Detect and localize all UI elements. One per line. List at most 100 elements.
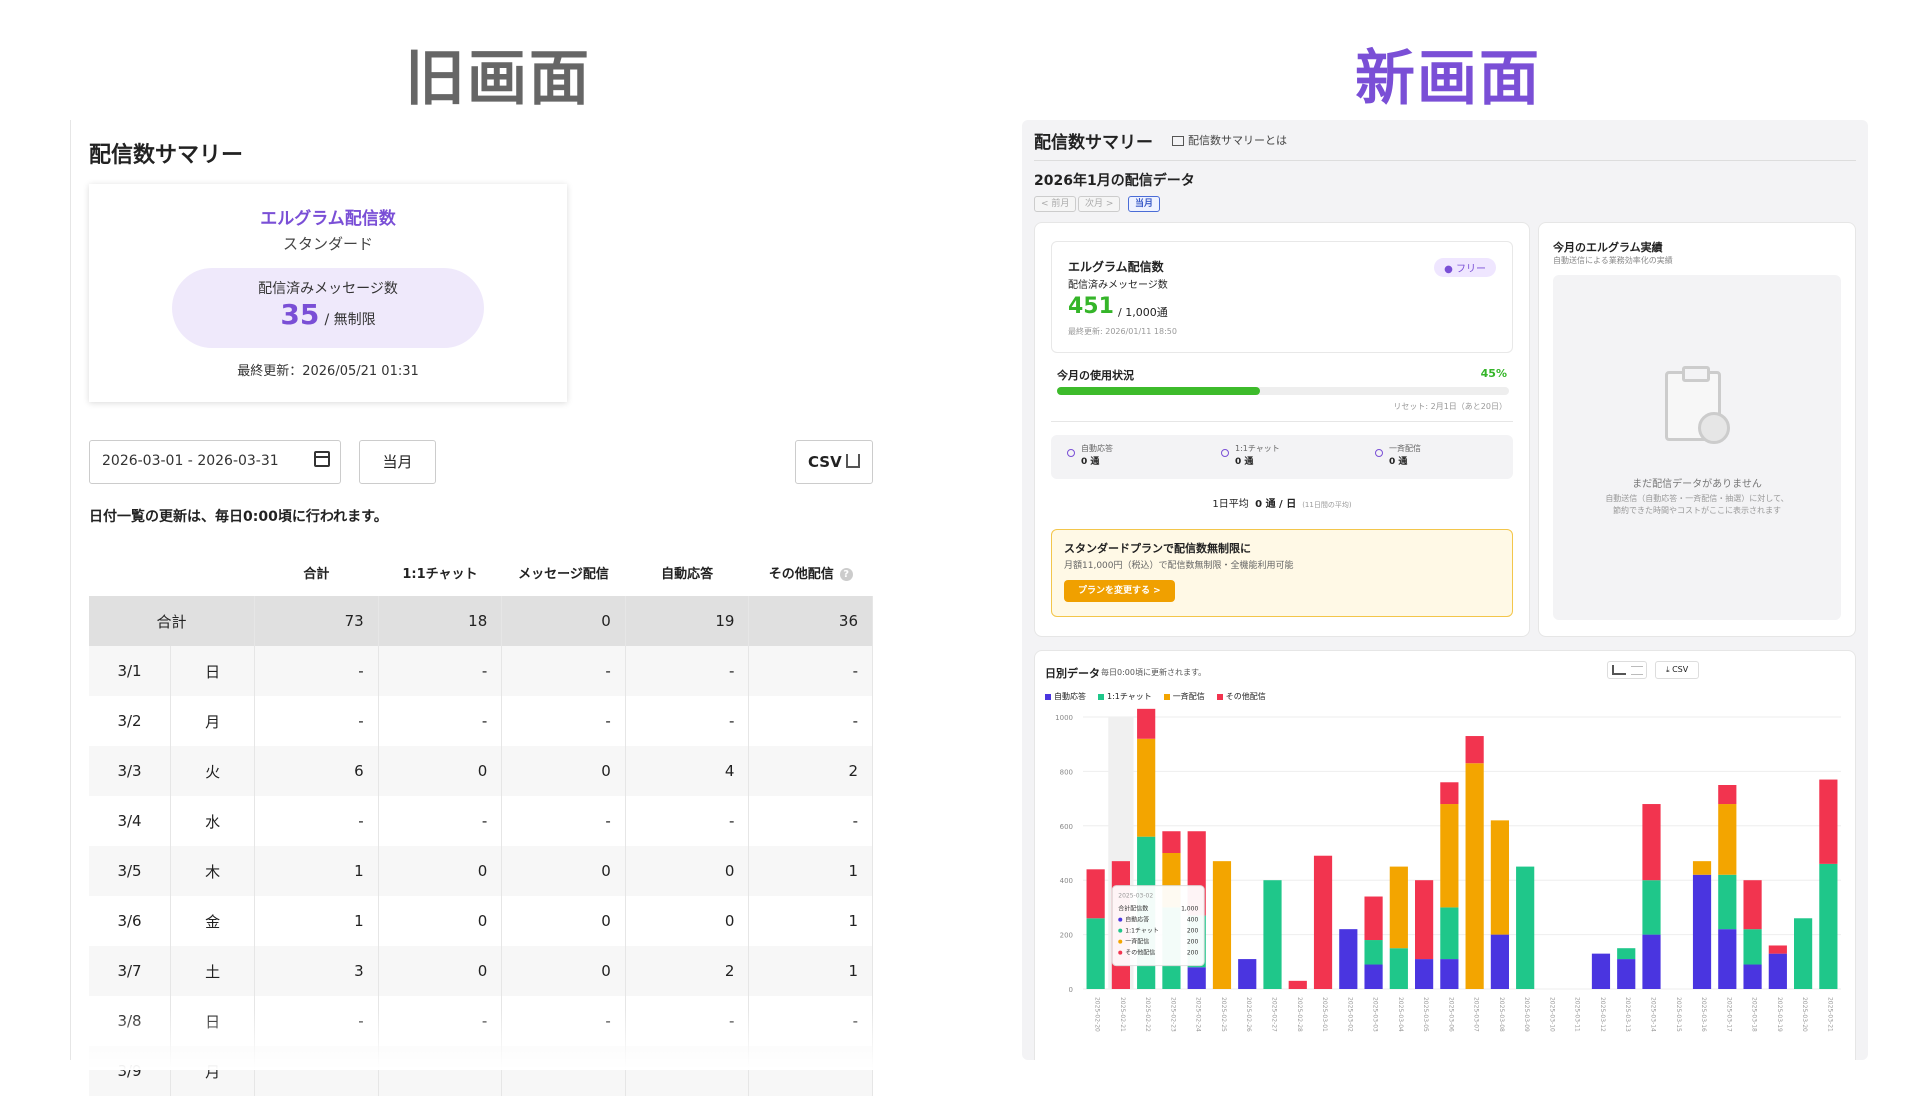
daily-data-panel: 日別データ 毎日0:00頃に更新されます。 ⤓ CSV 自動応答 1:1チャット一… [1034, 650, 1856, 1060]
date-range-input[interactable]: 2026-03-01 - 2026-03-31 [89, 440, 341, 484]
bar-segment[interactable] [1819, 863, 1838, 989]
table-row: 3/4 水 - - - - - [89, 796, 873, 846]
legend-item[interactable]: 一斉配信 [1163, 691, 1205, 702]
divider [1051, 421, 1513, 422]
daily-average: 1日平均 0 通 / 日 (11日間の平均) [1212, 499, 1352, 510]
help-icon[interactable]: ? [839, 567, 853, 581]
x-tick-label: 2025-03-21 [1826, 997, 1833, 1032]
table-row: 3/2 月 - - - - - [89, 696, 873, 746]
bar-segment[interactable] [1313, 855, 1333, 989]
usage-count: 451 [1068, 294, 1114, 319]
x-tick-label: 2025-03-01 [1321, 997, 1328, 1032]
bar-segment[interactable] [1086, 918, 1105, 989]
bar-segment[interactable] [1238, 959, 1257, 989]
bar-segment[interactable] [1743, 880, 1762, 930]
bar-segment[interactable] [1415, 959, 1434, 989]
bar-segment[interactable] [1490, 820, 1509, 935]
bar-segment[interactable] [1162, 831, 1181, 853]
bar-segment[interactable] [1617, 948, 1636, 960]
csv-download-button[interactable]: ⤓ CSV [1655, 661, 1700, 679]
legend-item[interactable]: その他配信 [1216, 691, 1266, 702]
table-cell: 3 [254, 946, 379, 996]
bar-segment[interactable] [1692, 874, 1712, 989]
tooltip-value: 200 [1187, 939, 1199, 946]
table-cell: 6 [254, 746, 379, 796]
bar-segment[interactable] [1794, 918, 1813, 989]
bar-segment[interactable] [1743, 929, 1762, 965]
weekday-cell: 木 [170, 846, 256, 896]
date-cell: 3/1 [89, 646, 172, 696]
date-cell: 3/7 [89, 946, 172, 996]
list-view-icon[interactable] [1631, 666, 1643, 675]
bar-segment[interactable] [1819, 779, 1838, 864]
daily-stacked-bar-chart: 0 200 400 600 800 1000 2025-02-20 2025-02-21 202… [1055, 708, 1841, 1032]
table-cell: 0 [378, 846, 503, 896]
bar-segment[interactable] [1086, 869, 1105, 919]
next-month-button[interactable]: 次月 > [1078, 196, 1121, 212]
x-tick-label: 2025-02-24 [1195, 997, 1202, 1032]
bar-segment[interactable] [1440, 782, 1459, 805]
calendar-icon[interactable] [314, 451, 330, 467]
bar-segment[interactable] [1516, 866, 1535, 989]
bar-segment[interactable] [1465, 763, 1484, 989]
bar-segment[interactable] [1339, 929, 1358, 989]
about-link[interactable]: 配信数サマリーとは [1172, 132, 1287, 148]
chart-view-icon[interactable] [1612, 665, 1626, 675]
tooltip-value: 1,000 [1181, 906, 1198, 913]
csv-download-button[interactable]: CSV [795, 440, 873, 484]
bar-segment[interactable] [1440, 804, 1459, 908]
tooltip-label: 自動応答 [1125, 916, 1149, 924]
bar-segment[interactable] [1440, 907, 1459, 960]
bar-segment[interactable] [1718, 874, 1737, 930]
bar-segment[interactable] [1642, 880, 1661, 935]
bar-segment[interactable] [1137, 738, 1156, 837]
bar-segment[interactable] [1364, 940, 1383, 965]
bar-segment[interactable] [1137, 708, 1156, 739]
bar-segment[interactable] [1718, 804, 1737, 875]
current-month-button[interactable]: 当月 [359, 440, 436, 484]
x-tick-label: 2025-03-07 [1473, 997, 1480, 1032]
table-cell: 4 [625, 746, 750, 796]
bar-segment[interactable] [1465, 736, 1484, 764]
bar-segment[interactable] [1187, 967, 1206, 989]
bar-segment[interactable] [1212, 861, 1232, 989]
usage-title: エルグラム配信数 [1068, 260, 1164, 274]
usage-progress-bar [1057, 387, 1509, 395]
bar-segment[interactable] [1263, 880, 1282, 989]
bar-segment[interactable] [1440, 959, 1459, 989]
tooltip-date: 2025-03-02 [1118, 893, 1153, 900]
bar-segment[interactable] [1692, 861, 1712, 875]
bar-segment[interactable] [1389, 866, 1408, 949]
delivery-count-card: エルグラム配信数 スタンダード 配信済みメッセージ数 35 / 無制限 最終更新… [89, 184, 567, 402]
bar-segment[interactable] [1288, 980, 1307, 989]
bar-segment[interactable] [1364, 896, 1383, 941]
view-toggle[interactable] [1607, 661, 1647, 679]
daily-note: 毎日0:00頃に更新されます。 [1101, 668, 1207, 677]
chart-legend: 自動応答 1:1チャット 一斉配信 その他配信 [1045, 691, 1278, 702]
legend-item[interactable]: 1:1チャット [1098, 691, 1152, 702]
bar-segment[interactable] [1490, 934, 1509, 989]
bar-segment[interactable] [1642, 934, 1661, 989]
current-month-button[interactable]: 当月 [1128, 196, 1161, 212]
weekday-cell: 火 [170, 746, 256, 796]
bar-segment[interactable] [1718, 929, 1737, 989]
bar-segment[interactable] [1743, 964, 1762, 989]
usage-percent: 45% [1480, 367, 1507, 380]
bar-segment[interactable] [1642, 804, 1661, 881]
bar-segment[interactable] [1415, 880, 1434, 960]
bar-segment[interactable] [1591, 953, 1611, 989]
bar-segment[interactable] [1389, 948, 1408, 989]
bar-segment[interactable] [1768, 945, 1787, 954]
upsell-description: 月額11,000円（税込）で配信数無制限・全機能利用可能 [1064, 561, 1294, 571]
new-screen: 配信数サマリー 配信数サマリーとは 2026年1月の配信データ < 前月 次月 … [1022, 120, 1868, 1060]
bar-segment[interactable] [1364, 964, 1383, 989]
reset-info: リセット: 2月1日（あと20日） [1393, 402, 1507, 411]
bar-segment[interactable] [1718, 785, 1737, 805]
prev-month-button[interactable]: < 前月 [1034, 196, 1077, 212]
bar-segment[interactable] [1617, 959, 1636, 989]
change-plan-button[interactable]: プランを変更する > [1064, 580, 1175, 602]
bar-segment[interactable] [1768, 953, 1787, 989]
x-tick-label: 2025-03-09 [1523, 997, 1530, 1032]
legend-item[interactable]: 自動応答 [1045, 691, 1086, 702]
tooltip-marker [1118, 928, 1123, 933]
